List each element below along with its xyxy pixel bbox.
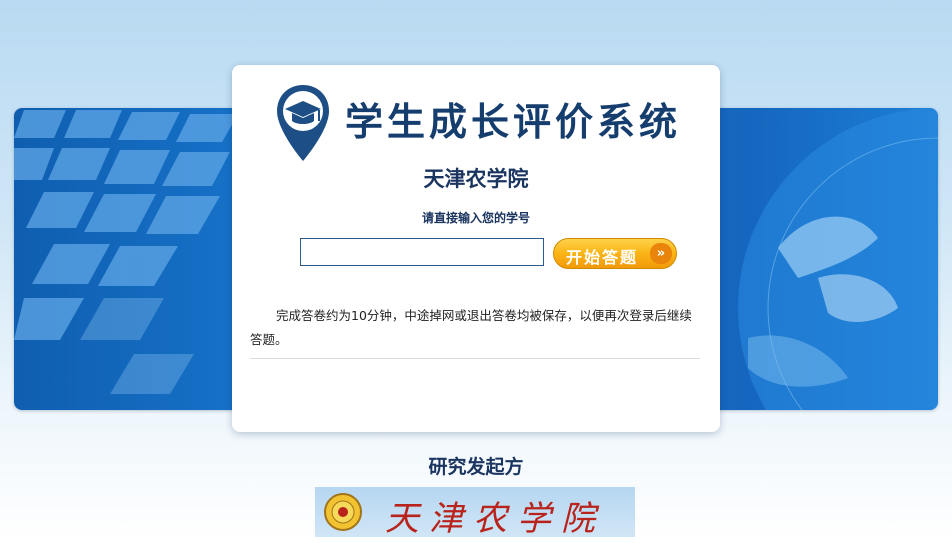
- double-chevron-right-icon: »: [650, 243, 672, 264]
- login-card: 学生成长评价系统 天津农学院 请直接输入您的学号 开始答题 » 完成答卷约为10…: [232, 65, 720, 432]
- notice-text: 完成答卷约为10分钟，中途掉网或退出答卷均被保存，以便再次登录后继续答题。: [250, 308, 692, 347]
- university-emblem-icon: [324, 493, 362, 531]
- sponsor-title: 研究发起方: [428, 456, 524, 478]
- system-logo: 学生成长评价系统: [275, 83, 695, 163]
- start-answering-button[interactable]: 开始答题 »: [553, 238, 677, 269]
- student-id-prompt: 请直接输入您的学号: [421, 211, 530, 225]
- sponsor-logo: 天津农学院: [315, 487, 635, 539]
- student-id-input[interactable]: [300, 238, 544, 266]
- school-name: 天津农学院: [423, 167, 529, 191]
- start-button-label: 开始答题: [566, 248, 639, 267]
- globe-decoration: [738, 108, 938, 410]
- graduation-cap-pin-icon: [277, 85, 329, 161]
- divider: [250, 358, 700, 359]
- sponsor-logo-text: 天津农学院: [385, 499, 605, 539]
- system-title: 学生成长评价系统: [345, 99, 682, 144]
